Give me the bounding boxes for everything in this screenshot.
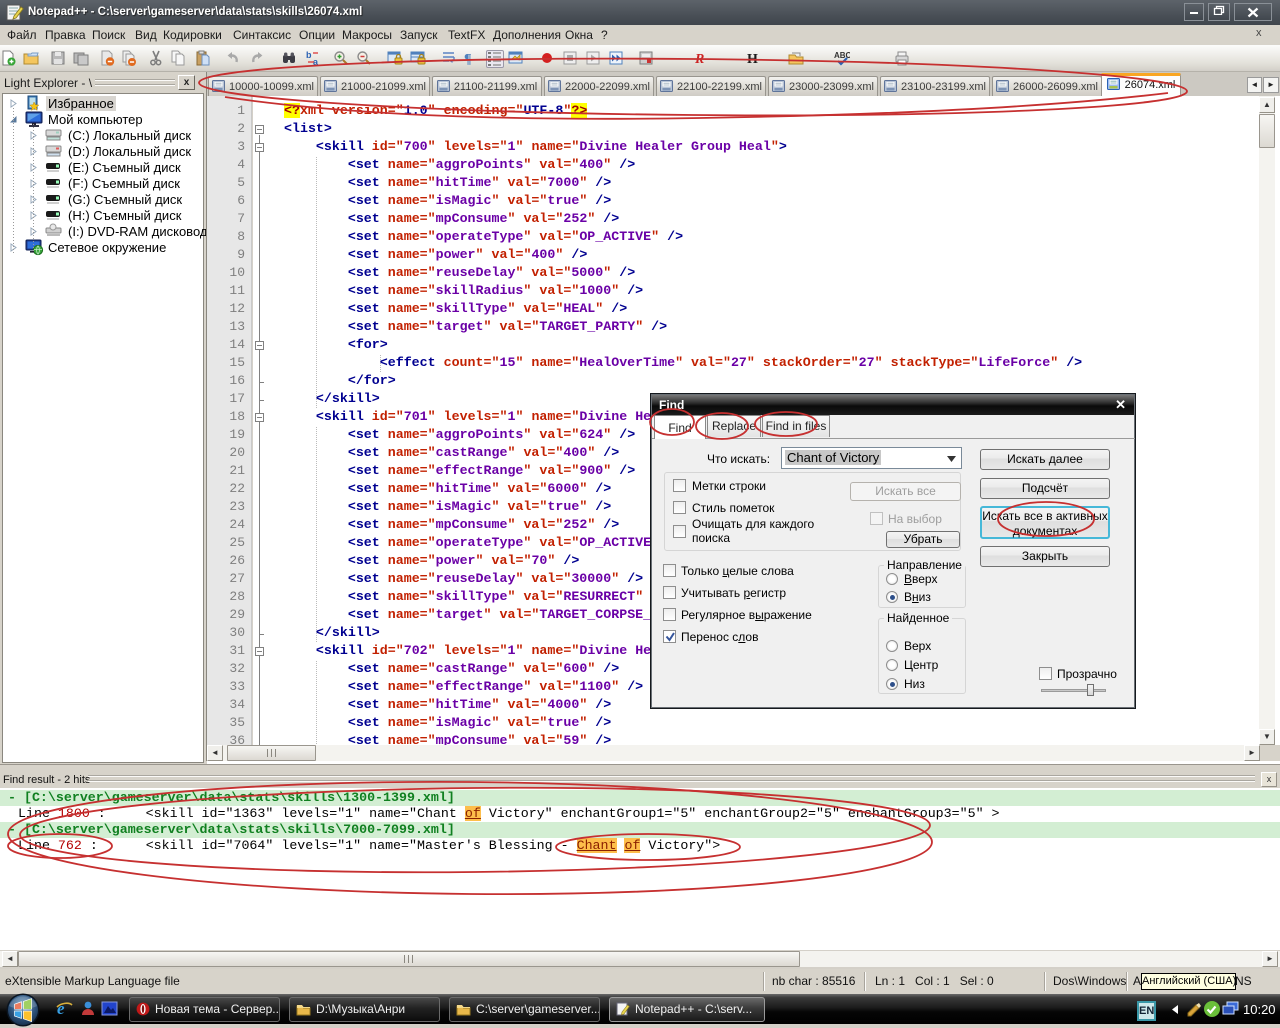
svg-text:¶: ¶	[464, 52, 472, 66]
svg-text:b: b	[306, 50, 312, 60]
svg-text:R: R	[694, 52, 704, 66]
svg-text:e: e	[57, 999, 65, 1018]
svg-text:H: H	[747, 52, 758, 66]
